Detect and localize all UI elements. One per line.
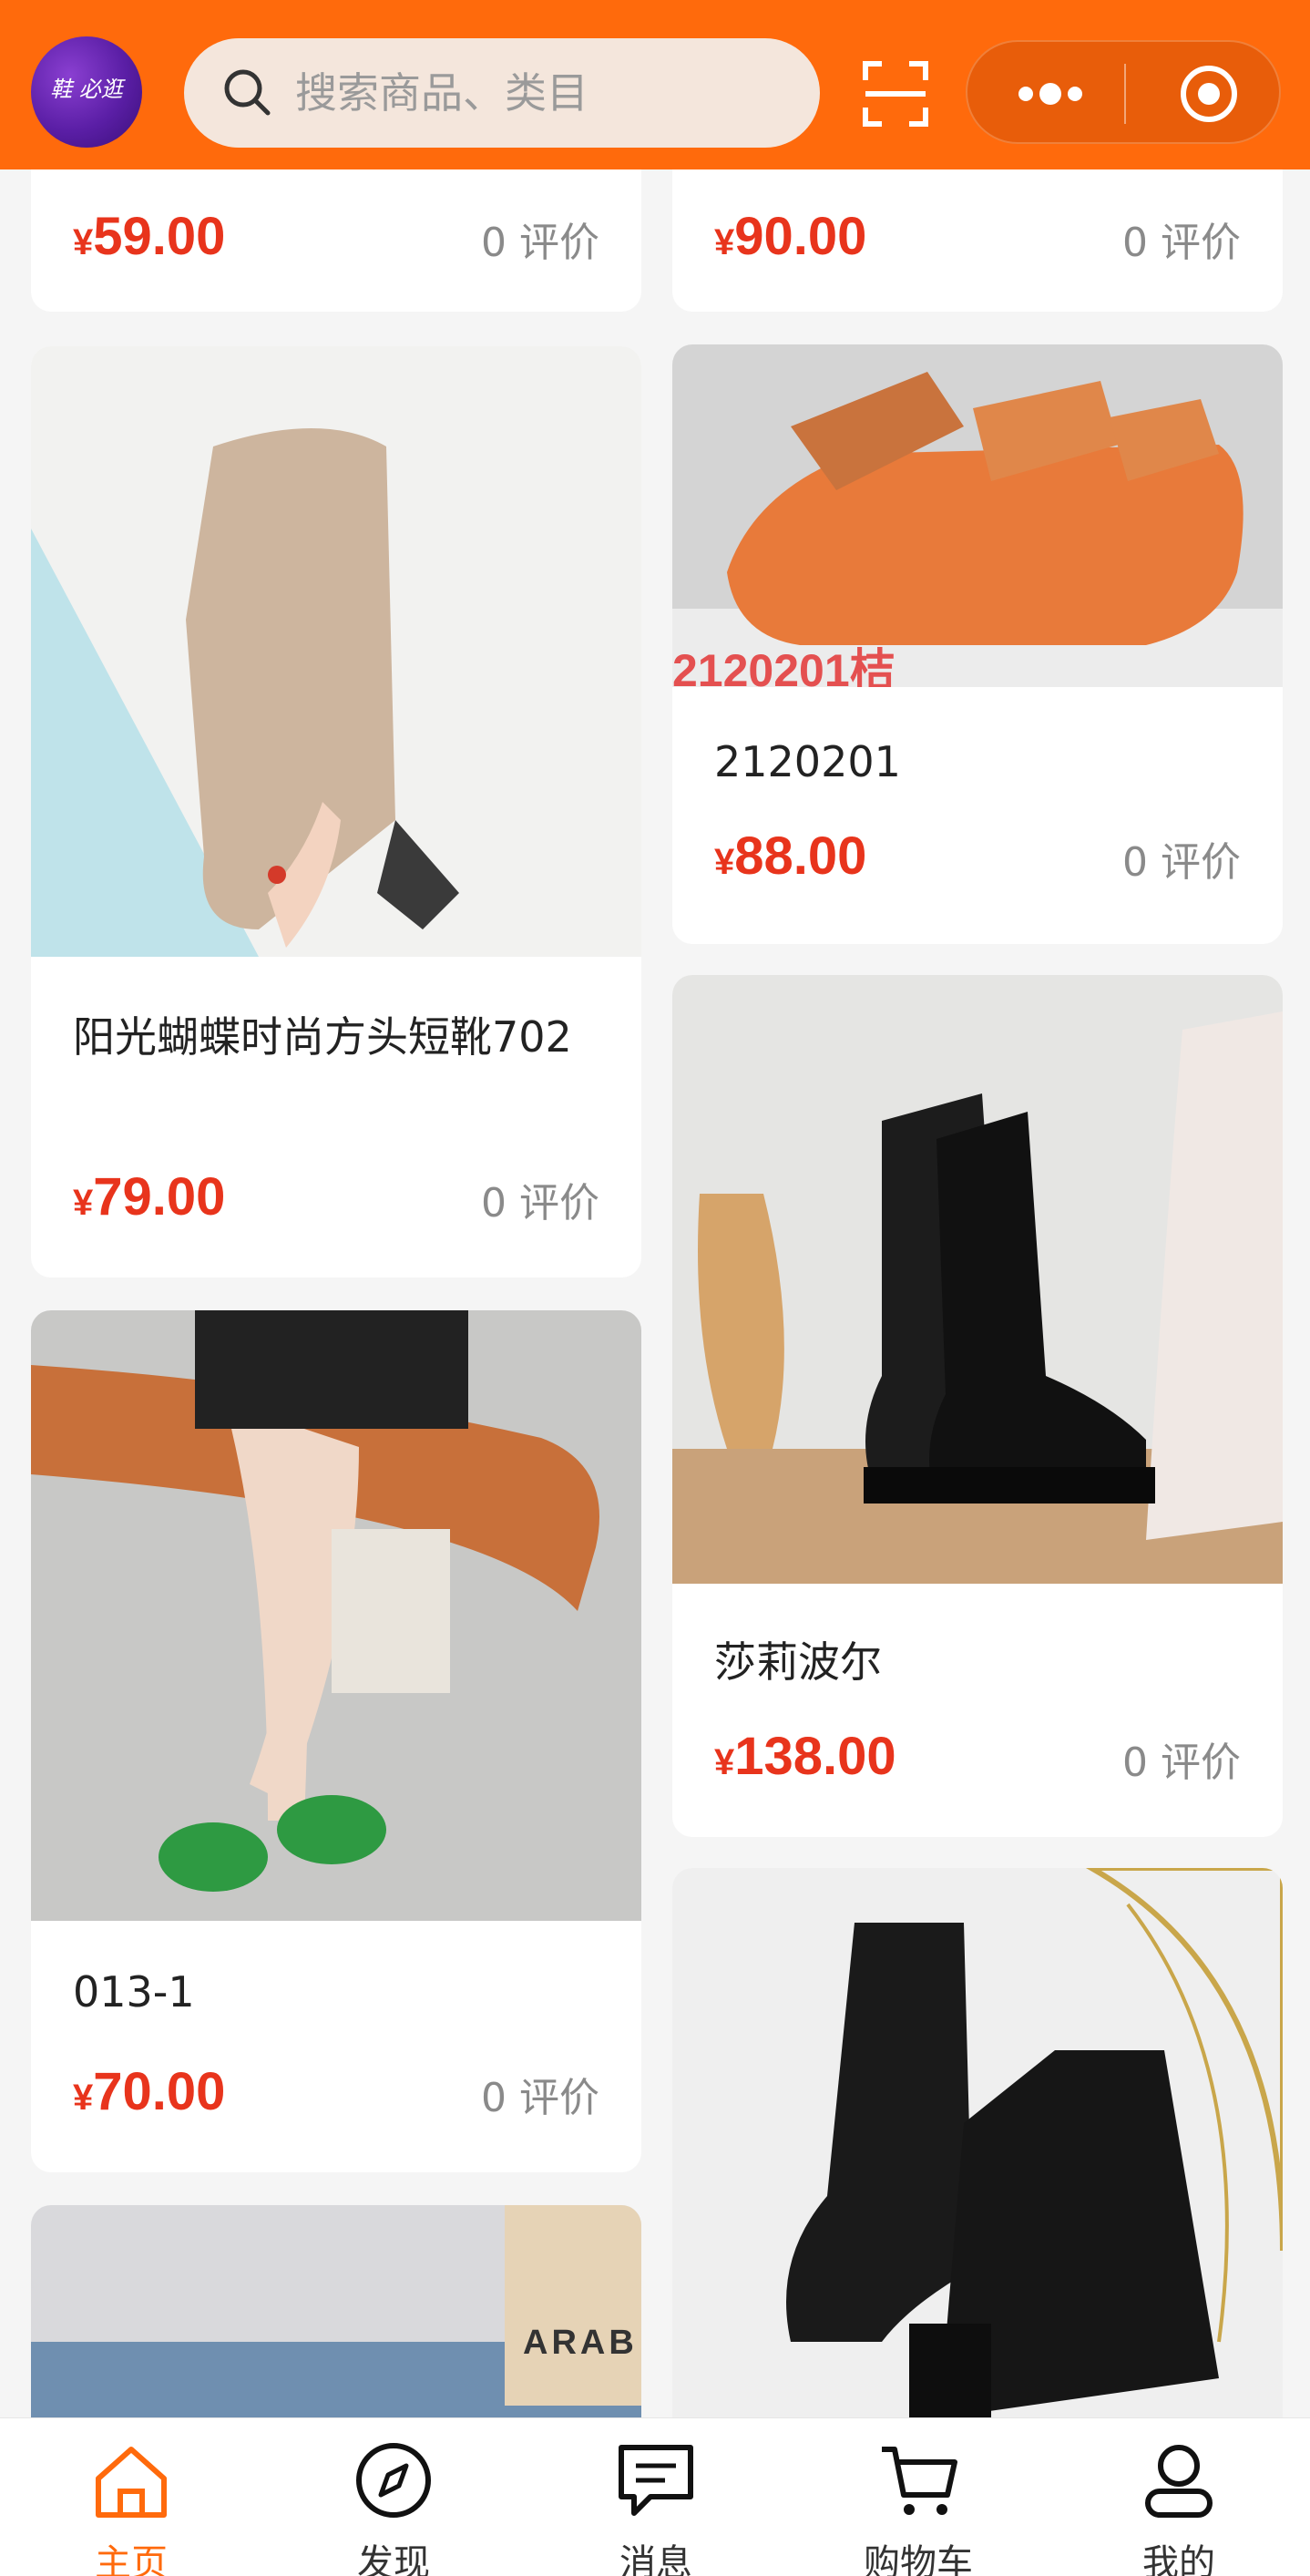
boot-image: [31, 346, 641, 957]
product-title: 阳光蝴蝶时尚方头短靴702: [73, 1012, 572, 1062]
home-icon: [96, 2447, 167, 2518]
search-bar[interactable]: 搜索商品、类目: [184, 38, 820, 148]
image-watermark: 2120201桔: [672, 645, 896, 687]
store-logo[interactable]: 鞋 必逛: [31, 36, 142, 148]
product-title: 莎莉波尔: [714, 1637, 882, 1687]
tab-label: 购物车: [864, 2542, 973, 2576]
sneaker-image: [31, 1310, 641, 1921]
product-card[interactable]: 013-1 ¥70.00 0 评价: [31, 1310, 641, 2172]
product-reviews: 0 评价: [1122, 1740, 1241, 1786]
product-image[interactable]: [31, 1310, 641, 1921]
tab-label: 主页: [95, 2542, 168, 2576]
bottom-tab-bar: 主页 发现 消息 购物车 我的: [0, 2417, 1310, 2576]
tab-home[interactable]: 主页: [0, 2418, 262, 2576]
product-card[interactable]: 阳光蝴蝶时尚方头短靴702 ¥79.00 0 评价: [31, 346, 641, 1278]
product-price: ¥79.00: [73, 1167, 226, 1226]
tab-label: 发现: [357, 2542, 430, 2576]
product-card[interactable]: 2120201桔 2120201 ¥88.00 0 评价: [672, 344, 1283, 944]
tab-label: 我的: [1142, 2542, 1215, 2576]
product-title: 2120201: [714, 737, 901, 786]
product-image[interactable]: [31, 346, 641, 957]
search-placeholder: 搜索商品、类目: [295, 68, 588, 118]
tab-label: 消息: [619, 2542, 692, 2576]
more-icon[interactable]: [1009, 69, 1091, 118]
product-price: ¥70.00: [73, 2062, 226, 2121]
product-price: ¥90.00: [714, 207, 867, 266]
product-price: ¥88.00: [714, 826, 867, 886]
product-reviews: 0 评价: [1122, 220, 1241, 266]
message-icon: [619, 2445, 693, 2516]
compass-icon: [356, 2443, 431, 2518]
top-header: 鞋 必逛 搜索商品、类目: [0, 0, 1310, 169]
scan-icon[interactable]: [862, 60, 929, 128]
product-price: ¥59.00: [73, 207, 226, 266]
tab-cart[interactable]: 购物车: [787, 2418, 1049, 2576]
mini-program-capsule: [966, 40, 1281, 144]
tab-discover[interactable]: 发现: [262, 2418, 525, 2576]
tab-me[interactable]: 我的: [1048, 2418, 1310, 2576]
product-image[interactable]: [672, 975, 1283, 1584]
user-icon: [1145, 2445, 1213, 2518]
product-price: ¥138.00: [714, 1727, 896, 1786]
search-icon: [224, 69, 271, 116]
tab-messages[interactable]: 消息: [525, 2418, 787, 2576]
product-card[interactable]: 莎莉波尔 ¥138.00 0 评价: [672, 975, 1283, 1837]
product-title: 013-1: [73, 1967, 195, 2017]
combat-boot-image: [672, 975, 1283, 1584]
target-icon[interactable]: [1177, 62, 1241, 126]
product-reviews: 0 评价: [1122, 839, 1241, 886]
product-reviews: 0 评价: [481, 2075, 599, 2121]
cart-icon: [882, 2447, 957, 2515]
product-reviews: 0 评价: [481, 1180, 599, 1226]
capsule-divider: [1124, 64, 1126, 124]
box-brand-text: ARAB: [523, 2324, 638, 2362]
product-reviews: 0 评价: [481, 220, 599, 266]
product-image[interactable]: 2120201桔: [672, 344, 1283, 687]
store-logo-text: 鞋 必逛: [50, 77, 123, 102]
